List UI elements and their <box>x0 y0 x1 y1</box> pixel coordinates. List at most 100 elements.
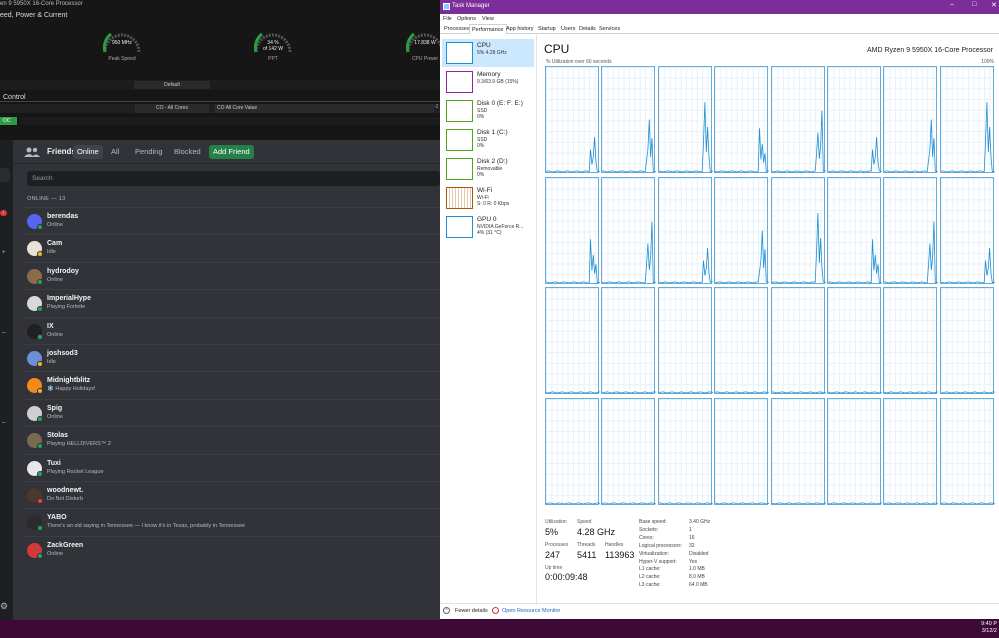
status-indicator <box>37 470 43 477</box>
friend-row[interactable]: YABO There's an old saying in Tennessee —… <box>24 508 440 535</box>
sidebar-wifi[interactable]: Wi-Fi Wi-Fi S: 0 R: 0 Kbps <box>442 184 534 212</box>
spec-value: 16 <box>689 534 695 541</box>
status-indicator <box>37 278 43 285</box>
menu-options[interactable]: Options <box>457 16 476 22</box>
logical-processor-graph <box>545 66 600 173</box>
status-indicator <box>37 333 43 340</box>
sidebar-disk1[interactable]: Disk 1 (C:) SSD 0% <box>442 126 534 154</box>
friend-row[interactable]: Cam Idle <box>24 234 440 261</box>
resource-monitor-icon[interactable] <box>492 607 499 614</box>
fewer-details-link[interactable]: Fewer details <box>455 608 488 614</box>
utilization-value: 5% <box>545 527 559 537</box>
friend-row[interactable]: Tuxi Playing Rocket League <box>24 453 440 481</box>
tab-blocked[interactable]: Blocked <box>170 145 205 159</box>
menu-view[interactable]: View <box>482 16 494 22</box>
menu-file[interactable]: File <box>443 16 452 22</box>
footer: ^ Fewer details Open Resource Monitor <box>440 603 999 619</box>
status-indicator <box>37 306 43 313</box>
resource-detail-2: 4% (31 °C) <box>477 230 502 236</box>
clock-date: 3/12/2 <box>981 628 997 634</box>
uptime-label: Up time <box>545 565 563 571</box>
friend-status: Playing Fortnite <box>47 304 86 311</box>
server-icon[interactable]: – <box>2 330 5 336</box>
friend-row[interactable]: ImperialHype Playing Fortnite <box>24 289 440 316</box>
maximize-icon[interactable]: □ <box>972 1 976 8</box>
sidebar-memory[interactable]: Memory 9.3/63.9 GB (15%) <box>442 68 534 96</box>
tab-online[interactable]: Online <box>73 145 103 159</box>
tab-services[interactable]: Services <box>597 26 622 32</box>
resource-monitor-link[interactable]: Open Resource Monitor <box>502 608 560 614</box>
logical-processor-graph <box>770 397 826 505</box>
chevron-up-icon[interactable]: ^ <box>443 607 450 614</box>
tab-performance[interactable]: Performance <box>469 24 507 34</box>
resource-name: GPU 0 <box>477 216 497 223</box>
friend-row[interactable]: berendas Online <box>24 207 440 234</box>
co-all-cores-select[interactable]: CO - All Cores <box>135 104 209 113</box>
logical-processor-graph <box>939 287 995 394</box>
default-button[interactable]: Default <box>134 81 210 89</box>
resource-sidebar: CPU 5% 4.28 GHz Memory 9.3/63.9 GB (15%) Dis… <box>440 35 537 605</box>
ryzen-section-title: eed, Power & Current <box>0 12 68 19</box>
oc-row <box>20 117 440 125</box>
server-icon[interactable]: – <box>2 420 5 426</box>
minimize-icon[interactable]: – <box>950 1 954 8</box>
tab-all[interactable]: All <box>107 145 123 159</box>
sidebar-disk2[interactable]: Disk 2 (D:) Removable 0% <box>442 155 534 183</box>
friends-icon <box>24 147 40 157</box>
logical-processor-graph <box>657 66 713 173</box>
friend-row[interactable]: Spig Online <box>24 398 440 426</box>
sidebar-cpu[interactable]: CPU 5% 4.28 GHz <box>442 39 534 67</box>
co-value-input[interactable]: CO All Core Value <box>214 104 434 113</box>
friend-row[interactable]: Midnightblitz ❄️ Happy Holidays! <box>24 371 440 398</box>
cpu-heading: CPU <box>544 42 570 56</box>
add-friend-button[interactable]: Add Friend <box>209 145 254 159</box>
status-indicator <box>37 251 43 258</box>
resource-name: CPU <box>477 42 491 49</box>
friend-row[interactable]: woodnewt. Do Not Disturb <box>24 481 440 508</box>
close-icon[interactable]: ✕ <box>991 1 997 9</box>
add-server-icon[interactable]: + <box>2 250 6 256</box>
cpu-panel: CPU AMD Ryzen 9 5950X 16-Core Processor … <box>544 42 999 602</box>
utilization-max: 100% <box>981 59 994 65</box>
spec-label: Cores: <box>639 534 654 541</box>
friend-row[interactable]: joshsod3 Idle <box>24 344 440 371</box>
friend-status: There's an old saying in Tennessee — I k… <box>47 523 246 530</box>
friend-row[interactable]: hydrodoy Online <box>24 261 440 289</box>
friends-title: Friends <box>47 147 76 156</box>
logical-processor-graphs[interactable] <box>545 66 995 508</box>
tab-details[interactable]: Details <box>577 26 598 32</box>
search-input[interactable]: Search <box>27 171 440 186</box>
tab-pending[interactable]: Pending <box>131 145 167 159</box>
taskbar-clock[interactable]: 9:40 P 3/12/2 <box>981 621 997 635</box>
oc-button[interactable]: OC <box>0 117 17 125</box>
logical-processor-graph <box>883 397 939 505</box>
logical-processor-graph <box>770 66 826 173</box>
server-icon[interactable] <box>0 168 10 182</box>
handles-label: Handles <box>605 542 624 548</box>
mini-graph <box>446 158 473 180</box>
friend-name: Cam <box>47 240 63 248</box>
sidebar-gpu0[interactable]: GPU 0 NVIDIA GeForce R... 4% (31 °C) <box>442 213 534 241</box>
status-indicator <box>37 552 43 559</box>
friend-row[interactable]: IX Online <box>24 316 440 344</box>
logical-processor-graph <box>657 287 713 394</box>
status-indicator <box>37 525 43 532</box>
logical-processor-graph <box>657 176 713 284</box>
sidebar-disk0[interactable]: Disk 0 (E: F: E:) SSD 0% <box>442 97 534 125</box>
settings-gear-icon[interactable]: ⚙ <box>0 601 8 612</box>
friend-row[interactable]: Stolas Playing HELLDIVERS™ 2 <box>24 426 440 453</box>
resource-name: Memory <box>477 71 501 78</box>
friend-status: Online <box>47 413 63 420</box>
status-indicator <box>37 498 43 504</box>
friend-row[interactable]: ZackGreen Online <box>24 535 440 563</box>
tab-app-history[interactable]: App history <box>504 26 536 32</box>
tab-processes[interactable]: Processes <box>442 26 472 32</box>
tab-startup[interactable]: Startup <box>536 26 558 32</box>
logical-processor-graph <box>939 66 995 173</box>
logical-processor-graph <box>939 176 995 284</box>
tab-users[interactable]: Users <box>559 26 577 32</box>
logical-processor-graph <box>827 287 882 394</box>
mini-graph <box>446 42 473 64</box>
clock-time: 9:40 P <box>981 621 997 627</box>
mini-graph <box>446 129 473 151</box>
